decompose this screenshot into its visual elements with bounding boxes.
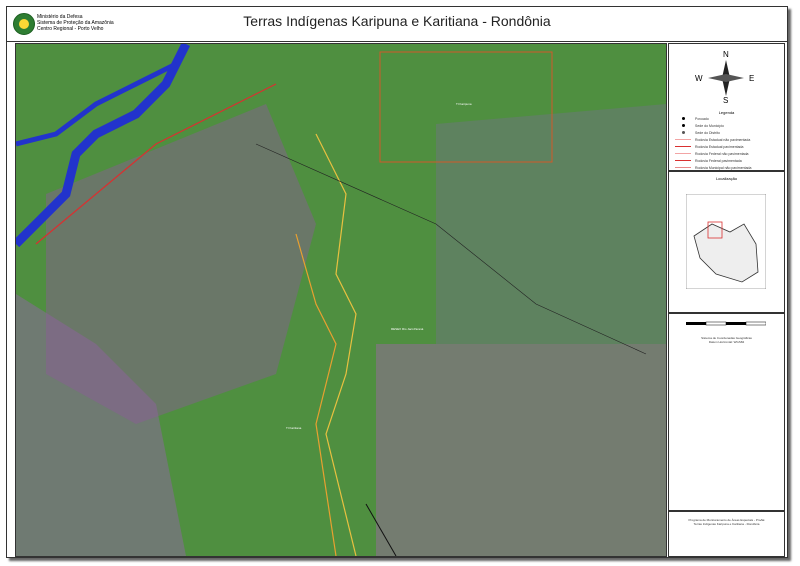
legend-label: Rodovia Municipal não pavimentada [695, 165, 752, 170]
location-title: Localização [715, 176, 738, 181]
legend-symbol [675, 144, 691, 149]
legend-label: Rodovia Federal pavimentada [695, 158, 742, 163]
label-ti-karipuna: TI Karipuna [456, 102, 472, 106]
legend-item: Sede do Município [669, 122, 784, 129]
legend-item: Sede do Distrito [669, 129, 784, 136]
legend-item: Rodovia Estadual pavimentada [669, 143, 784, 150]
location-panel: Localização [668, 171, 785, 313]
legend-symbol [675, 130, 691, 135]
datum-label: Datum Horizontal: WGS84 [708, 340, 745, 344]
legend-symbol [675, 151, 691, 156]
legend-symbol [675, 123, 691, 128]
legend-panel: N S W E Legenda Povoado Sede do Município… [668, 43, 785, 206]
location-map [686, 194, 766, 289]
legend-item: Rodovia Municipal não pavimentada [669, 164, 784, 171]
legend-item: Rodovia Estadual não pavimentada [669, 136, 784, 143]
legend-symbol [675, 165, 691, 170]
scale-bar [686, 321, 766, 326]
footer-line-2: Terras Indígenas Karipuna e Karitiana - … [693, 522, 760, 526]
legend-label: Sede do Município [695, 123, 724, 128]
map-title: Terras Indígenas Karipuna e Karitiana - … [243, 13, 551, 29]
map-image: TI Karipuna TI Karitiana RESEX Rio Jaci-… [15, 43, 667, 557]
legend-label: Sede do Distrito [695, 130, 720, 135]
legend-symbol [675, 116, 691, 121]
compass-w: W [695, 74, 703, 83]
legend-label: Rodovia Estadual não pavimentada [695, 137, 751, 142]
compass-e: E [749, 74, 755, 83]
compass-s: S [723, 96, 729, 105]
legend-symbol [675, 158, 691, 163]
compass-rose: N S W E [669, 44, 784, 105]
legend-item: Rodovia Federal não pavimentada [669, 150, 784, 157]
map-header: Ministério da Defesa Sistema de Proteção… [7, 7, 787, 42]
legend-symbol [675, 137, 691, 142]
legend-item: Povoado [669, 115, 784, 122]
legend-label: Rodovia Estadual pavimentada [695, 144, 744, 149]
legend-label: Rodovia Federal não pavimentada [695, 151, 749, 156]
satellite-map [16, 44, 666, 556]
legend-item: Rodovia Federal pavimentada [669, 157, 784, 164]
compass-n: N [723, 50, 729, 59]
label-resex: RESEX Rio Jaci-Paraná [391, 327, 424, 331]
map-sheet: Ministério da Defesa Sistema de Proteção… [6, 6, 788, 558]
label-ti-karitiana: TI Karitiana [286, 426, 302, 430]
info-panel: Sistema de Coordenadas Geográficas Datum… [668, 313, 785, 511]
compass-icon [708, 60, 744, 96]
footer-panel: Programa de Monitoramento de Áreas Espec… [668, 511, 785, 557]
legend-label: Povoado [695, 116, 709, 121]
